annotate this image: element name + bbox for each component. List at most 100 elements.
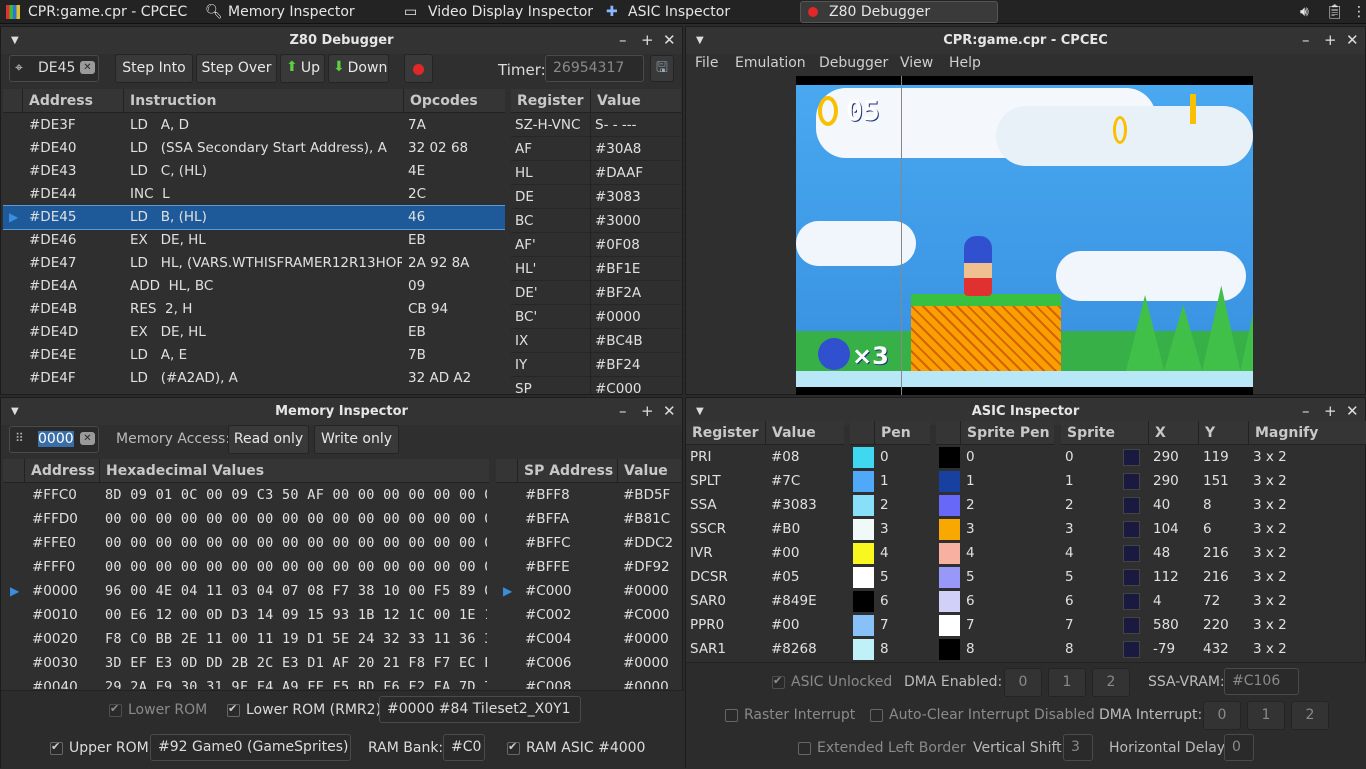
- sprite-pen-row[interactable]: 6: [936, 590, 1054, 613]
- sp-list[interactable]: #BFF8 #BD5F #BFFA #B81C #BFFC #DDC2 #BFFE #DF92…: [496, 484, 681, 689]
- header-address[interactable]: Address: [25, 459, 100, 483]
- hex-row[interactable]: #FFE0 00 00 00 00 00 00 00 00 00 00 00 00…: [3, 532, 489, 555]
- lower-rom-field[interactable]: #0000 #84 Tileset2_X0Y1: [379, 696, 581, 723]
- dma-enabled-0-button[interactable]: 0: [1004, 668, 1042, 697]
- disasm-row[interactable]: #DE3F LD A, D 7A: [3, 114, 505, 137]
- header-sp-address[interactable]: SP Address: [518, 459, 618, 483]
- sp-row[interactable]: #BFFA #B81C: [496, 508, 681, 531]
- asic-unlocked-checkbox[interactable]: [772, 674, 785, 689]
- lower-rom-checkbox[interactable]: [109, 702, 122, 717]
- hex-row[interactable]: #FFC0 8D 09 01 0C 00 09 C3 50 AF 00 00 00…: [3, 484, 489, 507]
- sprite-pen-row[interactable]: 3: [936, 518, 1054, 541]
- sprite-pen-row[interactable]: 7: [936, 614, 1054, 637]
- register-row[interactable]: BC' #0000: [511, 306, 681, 330]
- maximize-icon[interactable]: +: [641, 27, 654, 54]
- close-icon[interactable]: ✕: [663, 398, 676, 425]
- pen-row[interactable]: 6: [850, 590, 930, 613]
- asic-register-row[interactable]: SAR0 #849E: [686, 590, 844, 613]
- game-screen[interactable]: 05 ×3: [796, 76, 1253, 395]
- header-sprite[interactable]: Sprite: [1061, 421, 1149, 445]
- ram-bank-field[interactable]: #C0: [443, 734, 485, 761]
- header-value[interactable]: Value: [591, 89, 681, 113]
- extended-border-checkbox[interactable]: [798, 742, 811, 755]
- sp-row[interactable]: #BFF8 #BD5F: [496, 484, 681, 507]
- read-only-button[interactable]: Read only: [228, 425, 309, 454]
- auto-clear-checkbox[interactable]: [870, 709, 883, 722]
- header-register[interactable]: Register: [686, 421, 766, 445]
- clear-icon[interactable]: ✕: [80, 432, 95, 445]
- dma-interrupt-2-button[interactable]: 2: [1291, 701, 1329, 730]
- header-register[interactable]: Register: [511, 89, 591, 113]
- disasm-row[interactable]: ▶ #DE45 LD B, (HL) 46: [3, 205, 505, 230]
- hex-row[interactable]: #0010 00 E6 12 00 0D D3 14 09 15 93 1B 12…: [3, 604, 489, 627]
- disasm-row[interactable]: #DE43 LD C, (HL) 4E: [3, 160, 505, 183]
- disasm-row[interactable]: #DE40 LD (SSA Secondary Start Address), A…: [3, 137, 505, 160]
- hex-list[interactable]: #FFC0 8D 09 01 0C 00 09 C3 50 AF 00 00 00…: [3, 484, 489, 689]
- taskbar-tab-memory[interactable]: Memory Inspector: [228, 0, 355, 24]
- clear-icon[interactable]: ✕: [80, 61, 95, 74]
- sprite-pen-row[interactable]: 0: [936, 446, 1054, 469]
- asic-register-row[interactable]: PPR0 #00: [686, 614, 844, 637]
- pen-row[interactable]: 0: [850, 446, 930, 469]
- header-sprite-pen[interactable]: Sprite Pen: [961, 421, 1054, 445]
- asic-register-row[interactable]: SAR1 #8268: [686, 638, 844, 661]
- header-x[interactable]: X: [1149, 421, 1199, 445]
- sprite-row[interactable]: 3 104 6 3 x 2: [1061, 518, 1366, 541]
- asic-register-row[interactable]: SPLT #7C: [686, 470, 844, 493]
- dma-interrupt-0-button[interactable]: 0: [1203, 701, 1241, 730]
- hex-row[interactable]: #FFF0 00 00 00 00 00 00 00 00 00 00 00 00…: [3, 556, 489, 579]
- header-hex[interactable]: Hexadecimal Values: [100, 459, 489, 483]
- taskbar-tab-emulator[interactable]: CPR:game.cpr - CPCEC: [28, 0, 187, 24]
- dma-interrupt-1-button[interactable]: 1: [1247, 701, 1285, 730]
- header-sp-value[interactable]: Value: [618, 459, 681, 483]
- hex-row[interactable]: #0030 3D EF E3 0D DD 2B 2C E3 D1 AF 20 21…: [3, 652, 489, 675]
- header-address[interactable]: Address: [23, 89, 124, 113]
- pen-row[interactable]: 3: [850, 518, 930, 541]
- pen-row[interactable]: 5: [850, 566, 930, 589]
- register-row[interactable]: BC #3000: [511, 210, 681, 234]
- sprite-row[interactable]: 4 48 216 3 x 2: [1061, 542, 1366, 565]
- register-row[interactable]: SP #C000: [511, 378, 681, 394]
- sp-row[interactable]: #C008 #0000: [496, 676, 681, 689]
- sprite-row[interactable]: 0 290 119 3 x 2: [1061, 446, 1366, 469]
- sp-row[interactable]: #C006 #0000: [496, 652, 681, 675]
- sp-row[interactable]: #BFFC #DDC2: [496, 532, 681, 555]
- dma-enabled-2-button[interactable]: 2: [1092, 668, 1130, 697]
- sprite-pen-row[interactable]: 5: [936, 566, 1054, 589]
- window-menu-icon[interactable]: ▼: [11, 27, 19, 54]
- window-menu-icon[interactable]: ▼: [696, 27, 704, 54]
- disasm-row[interactable]: #DE47 LD HL, (VARS.WTHISFRAMER12R13HORIZ 2…: [3, 252, 505, 275]
- sprite-row[interactable]: 6 4 72 3 x 2: [1061, 590, 1366, 613]
- disasm-row[interactable]: #DE4E LD A, E 7B: [3, 344, 505, 367]
- menu-emulation[interactable]: Emulation: [735, 55, 806, 71]
- asic-register-row[interactable]: IVR #00: [686, 542, 844, 565]
- pen-row[interactable]: 4: [850, 542, 930, 565]
- maximize-icon[interactable]: +: [1324, 27, 1337, 54]
- asic-register-row[interactable]: SSCR #B0: [686, 518, 844, 541]
- sp-row[interactable]: ▶ #C000 #0000: [496, 580, 681, 603]
- sp-row[interactable]: #C004 #0000: [496, 628, 681, 651]
- minimize-icon[interactable]: –: [1302, 27, 1310, 54]
- disasm-row[interactable]: #DE4B RES 2, H CB 94: [3, 298, 505, 321]
- register-row[interactable]: AF' #0F08: [511, 234, 681, 258]
- close-icon[interactable]: ✕: [663, 27, 676, 54]
- pen-row[interactable]: 1: [850, 470, 930, 493]
- taskbar-tab-debugger[interactable]: Z80 Debugger: [800, 1, 998, 23]
- pen-row[interactable]: 2: [850, 494, 930, 517]
- window-menu-icon[interactable]: ▼: [11, 398, 19, 425]
- register-row[interactable]: AF #30A8: [511, 138, 681, 162]
- register-row[interactable]: DE' #BF2A: [511, 282, 681, 306]
- upper-rom-field[interactable]: #92 Game0 (GameSprites): [150, 734, 351, 761]
- sprite-row[interactable]: 1 290 151 3 x 2: [1061, 470, 1366, 493]
- taskbar-tab-asic[interactable]: ASIC Inspector: [628, 0, 730, 24]
- hex-row[interactable]: #0020 F8 C0 BB 2E 11 00 11 19 D1 5E 24 32…: [3, 628, 489, 651]
- register-row[interactable]: IY #BF24: [511, 354, 681, 378]
- ram-asic-checkbox[interactable]: [507, 740, 520, 755]
- ssa-vram-field[interactable]: #C106: [1224, 668, 1299, 695]
- disasm-row[interactable]: #DE4A ADD HL, BC 09: [3, 275, 505, 298]
- horizontal-delay-field[interactable]: 0: [1224, 734, 1254, 761]
- pen-row[interactable]: 7: [850, 614, 930, 637]
- sprite-row[interactable]: 5 112 216 3 x 2: [1061, 566, 1366, 589]
- asic-register-list[interactable]: PRI #08 SPLT #7C SSA #3083 SSCR #B0 IVR #00 DCSR #0…: [686, 446, 844, 662]
- header-instruction[interactable]: Instruction: [124, 89, 404, 113]
